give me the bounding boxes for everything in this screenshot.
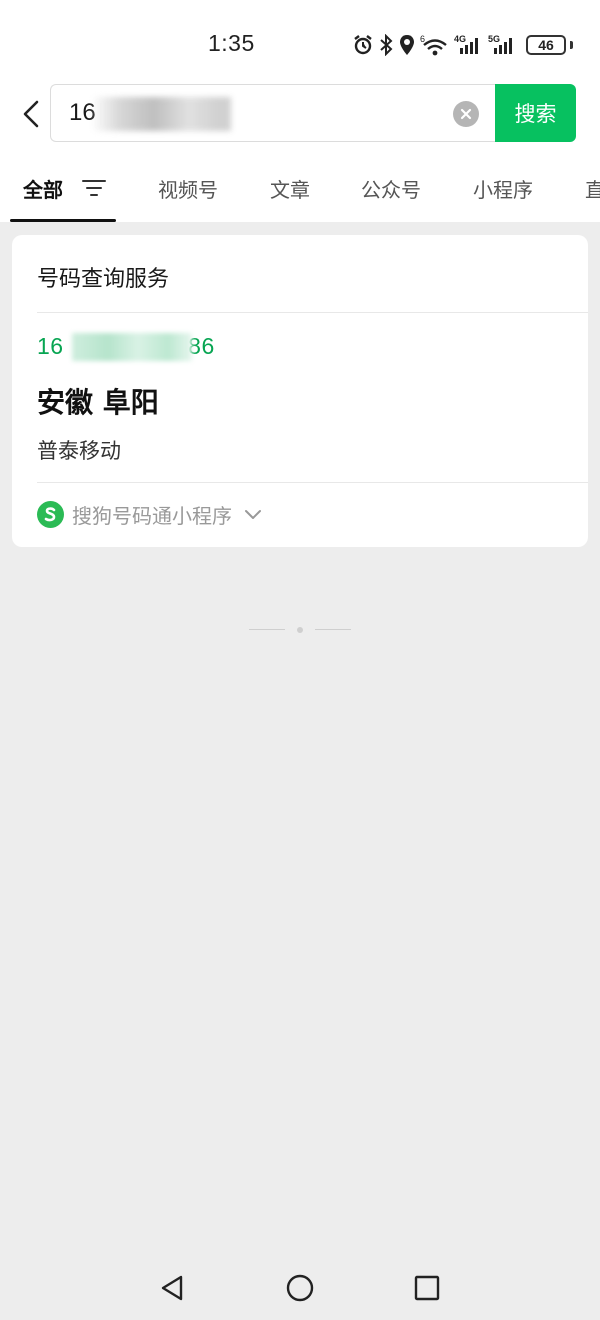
chevron-left-icon — [23, 100, 39, 128]
bluetooth-icon — [380, 34, 393, 56]
phone-prefix: 16 — [37, 333, 64, 359]
signal-4g-icon: 4G — [454, 34, 478, 54]
nav-back-button[interactable] — [152, 1270, 192, 1306]
chevron-down-icon[interactable] — [244, 508, 262, 520]
alarm-icon — [354, 35, 372, 55]
signal-4g-label: 4G — [454, 34, 466, 44]
tab-articles[interactable]: 文章 — [270, 174, 310, 203]
sogou-logo-icon — [37, 500, 64, 528]
signal-5g-icon: 5G — [488, 34, 512, 54]
phone-location: 安徽 阜阳 — [37, 386, 159, 419]
nav-home-button[interactable] — [280, 1270, 320, 1306]
nav-recents-button[interactable] — [407, 1270, 447, 1306]
wifi-icon: 6 — [420, 34, 447, 56]
square-recents-icon — [414, 1275, 440, 1301]
card-title: 号码查询服务 — [37, 267, 170, 292]
signal-5g-label: 5G — [488, 34, 500, 44]
redacted-query — [91, 97, 231, 131]
phone-carrier: 普泰移动 — [37, 439, 121, 463]
status-bar: 1:35 6 4G 5G 46 — [0, 0, 600, 80]
tab-channels[interactable]: 视频号 — [158, 174, 218, 203]
location-icon — [400, 35, 414, 55]
tab-official-accounts[interactable]: 公众号 — [361, 174, 421, 203]
triangle-back-icon — [161, 1275, 183, 1301]
card-divider — [37, 312, 588, 313]
battery-tip — [570, 41, 573, 49]
tab-all[interactable]: 全部 — [23, 174, 63, 203]
tab-bar: 全部 视频号 文章 公众号 小程序 直 — [0, 160, 600, 222]
battery-icon: 46 — [526, 35, 566, 55]
wifi-6-label: 6 — [420, 34, 425, 44]
active-tab-indicator — [10, 219, 116, 222]
source-label: 搜狗号码通小程序 — [72, 503, 232, 528]
back-button[interactable] — [14, 94, 48, 134]
phone-lookup-card[interactable]: 号码查询服务 162886 安徽 阜阳 普泰移动 搜狗号码通小程序 — [12, 235, 588, 547]
source-link[interactable]: 搜狗号码通小程序 — [37, 499, 262, 529]
system-nav-bar — [0, 1250, 600, 1320]
status-time: 1:35 — [208, 30, 255, 56]
card-divider — [37, 482, 588, 483]
search-input[interactable]: 16 — [50, 84, 496, 142]
tab-mini-programs[interactable]: 小程序 — [473, 174, 533, 203]
end-of-results-divider — [249, 624, 351, 636]
redacted-phone — [72, 333, 192, 361]
search-button[interactable]: 搜索 — [495, 84, 576, 142]
circle-home-icon — [286, 1274, 314, 1302]
clear-icon[interactable] — [453, 101, 479, 127]
tab-live[interactable]: 直 — [585, 174, 600, 203]
filter-icon[interactable] — [82, 178, 106, 198]
status-icons: 6 4G 5G 46 — [352, 30, 573, 60]
